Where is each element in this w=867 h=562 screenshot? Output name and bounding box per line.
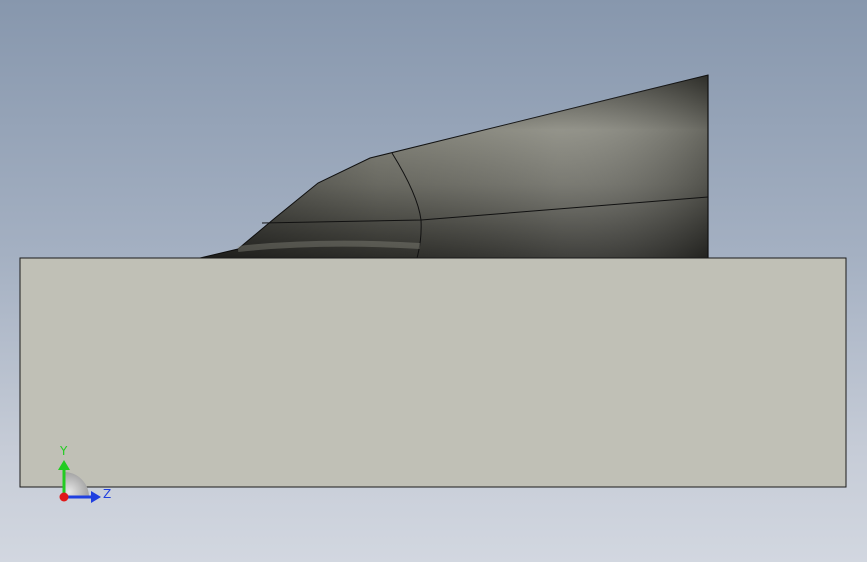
duct-shell-shading <box>200 75 708 258</box>
triad-z-arrow-icon <box>91 491 101 503</box>
duct-shell[interactable] <box>199 74 709 259</box>
3d-viewport[interactable]: Y Z <box>0 0 867 562</box>
triad-y-label: Y <box>59 444 68 458</box>
triad-x-dot <box>59 492 69 502</box>
triad-z-label: Z <box>103 487 111 501</box>
model-scene[interactable]: Y Z <box>0 0 867 562</box>
base-block[interactable] <box>19 257 847 488</box>
